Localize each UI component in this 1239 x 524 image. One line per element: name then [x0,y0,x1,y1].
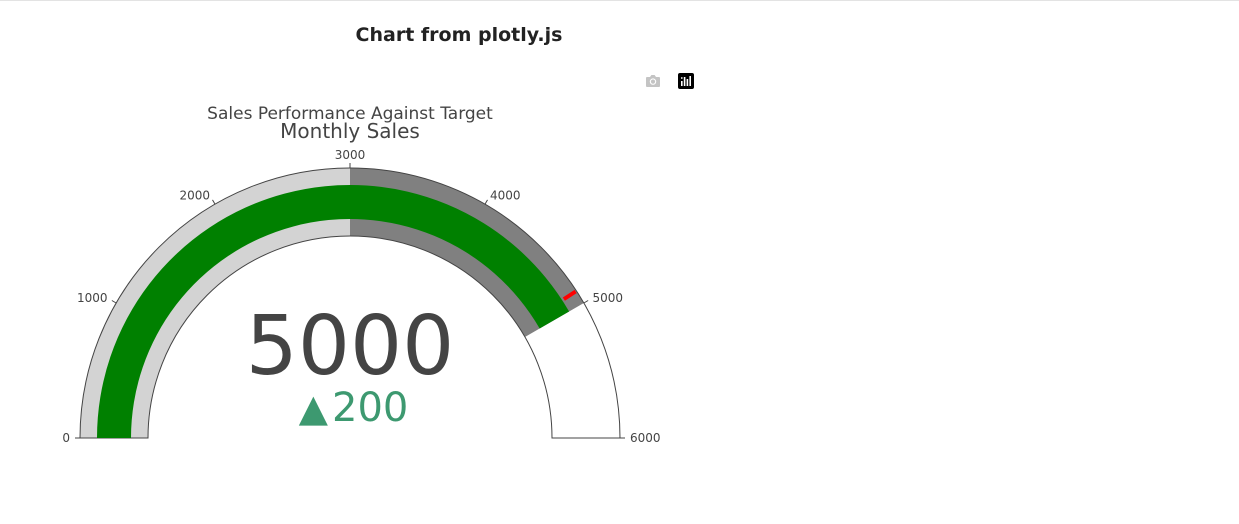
gauge-tick-label: 0 [62,431,70,445]
gauge-tick [583,300,589,304]
gauge-tick-label: 4000 [490,189,521,203]
gauge-tick-label: 3000 [335,148,366,162]
gauge-tick [212,199,216,205]
delta-arrow-icon: ▲ [299,386,329,430]
gauge-tick-label: 1000 [77,291,108,305]
gauge-tick-label: 2000 [179,189,210,203]
gauge-value: 5000 [246,299,455,394]
gauge-tick [111,300,117,304]
gauge-tick-label: 6000 [630,431,661,445]
delta-value: 200 [332,385,408,431]
gauge-chart: Sales Performance Against Target Monthly… [62,104,661,445]
gauge-tick [484,199,488,205]
gauge-tick-label: 5000 [592,291,623,305]
gauge-delta: ▲ 200 [299,385,409,431]
gauge-subtitle: Monthly Sales [280,119,420,143]
